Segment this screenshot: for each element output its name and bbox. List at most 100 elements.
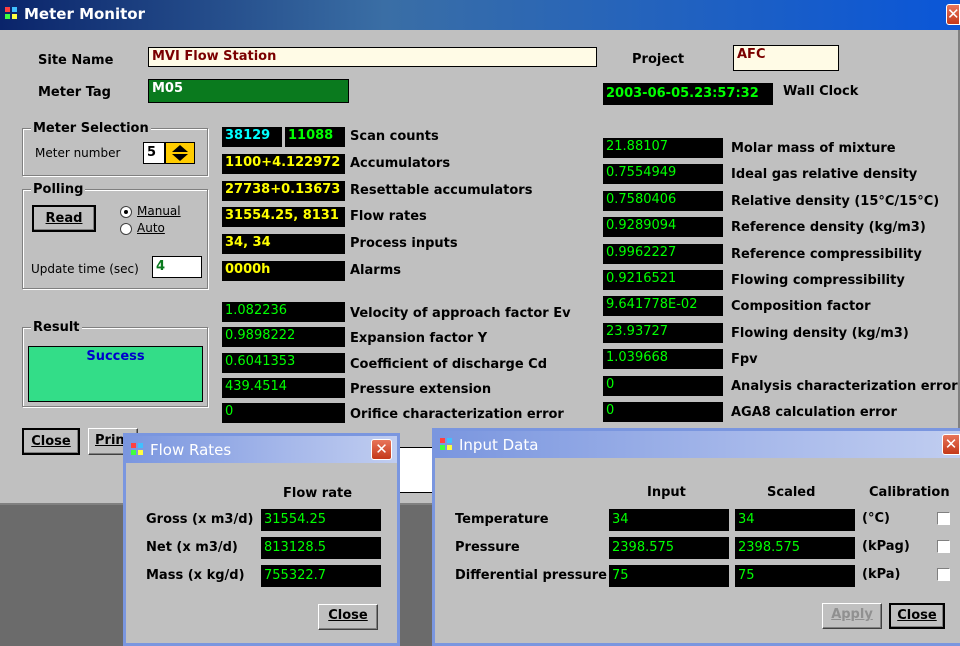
close-button-label: Close xyxy=(31,434,71,449)
orifice-value: 1.082236 xyxy=(222,302,345,322)
scan-count-value-2: 11088 xyxy=(285,127,345,147)
gas-label: Analysis characterization error xyxy=(731,378,958,394)
counter-value: 27738+0.13673 xyxy=(222,180,345,201)
main-close-icon[interactable]: ✕ xyxy=(946,4,960,25)
project-label: Project xyxy=(632,52,685,67)
orifice-label: Orifice characterization error xyxy=(350,407,564,423)
scaled-header: Scaled xyxy=(767,485,816,500)
manual-label[interactable]: Manual xyxy=(137,204,181,218)
project-field[interactable]: AFC xyxy=(733,45,839,71)
input-data-window: Input Data ✕ Input Scaled Calibration Ap… xyxy=(432,428,960,646)
main-window-title: Meter Monitor xyxy=(24,5,145,23)
flow-rates-close-button[interactable]: Close xyxy=(318,604,378,630)
gas-label: Flowing compressibility xyxy=(731,273,905,288)
input-value[interactable]: 75 xyxy=(609,565,729,587)
counter-label: Resettable accumulators xyxy=(350,182,533,198)
gas-label: Reference density (kg/m3) xyxy=(731,220,926,236)
gas-value: 0 xyxy=(603,375,723,396)
orifice-label: Velocity of approach factor Ev xyxy=(350,306,571,321)
meter-tag-label: Meter Tag xyxy=(38,85,111,100)
auto-label[interactable]: Auto xyxy=(137,221,165,235)
read-button[interactable]: Read xyxy=(32,205,96,232)
wall-clock-value: 2003-06-05.23:57:32 xyxy=(603,83,773,105)
unit-label: (kPa) xyxy=(862,567,901,582)
app-icon xyxy=(5,7,17,19)
gas-label: Flowing density (kg/m3) xyxy=(731,325,909,341)
gas-value: 0.9962227 xyxy=(603,243,723,264)
scaled-value: 34 xyxy=(735,509,855,531)
counter-label: Process inputs xyxy=(350,236,458,252)
orifice-value: 439.4514 xyxy=(222,377,345,398)
counter-label: Alarms xyxy=(350,263,401,278)
read-button-label: Read xyxy=(45,211,83,226)
input-row-label: Pressure xyxy=(455,540,520,555)
input-header: Input xyxy=(647,485,686,500)
apply-button[interactable]: Apply xyxy=(822,603,882,629)
gas-label: Composition factor xyxy=(731,299,871,315)
input-data-titlebar[interactable]: Input Data ✕ xyxy=(435,431,960,458)
close-button[interactable]: Close xyxy=(22,428,80,455)
site-name-field[interactable]: MVI Flow Station xyxy=(148,47,597,67)
result-status: Success xyxy=(28,346,203,402)
gas-value: 9.641778E-02 xyxy=(603,296,723,317)
meter-number-spinner[interactable] xyxy=(165,142,195,164)
gas-label: Reference compressibility xyxy=(731,246,922,262)
flow-rates-title: Flow Rates xyxy=(150,441,232,459)
orifice-label: Expansion factor Y xyxy=(350,331,488,347)
meter-tag-field[interactable]: M05 xyxy=(148,79,349,103)
meter-number-input[interactable]: 5 xyxy=(143,142,165,164)
flow-rate-label: Mass (x kg/d) xyxy=(146,568,245,583)
input-data-app-icon xyxy=(440,438,452,450)
auto-radio[interactable] xyxy=(120,223,132,235)
flow-rate-header: Flow rate xyxy=(283,486,353,501)
orifice-value: 0.6041353 xyxy=(222,352,345,373)
gas-label: Molar mass of mixture xyxy=(731,141,896,156)
polling-group: Polling Read Manual Auto Update time (se… xyxy=(22,182,208,289)
meter-number-label: Meter number xyxy=(35,146,121,160)
input-data-close-label: Close xyxy=(897,608,937,623)
meter-selection-title: Meter Selection xyxy=(31,121,151,136)
flow-rates-window: Flow Rates ✕ Flow rate Close Gross (x m3… xyxy=(123,433,400,646)
input-value[interactable]: 2398.575 xyxy=(609,537,729,559)
manual-radio[interactable] xyxy=(120,206,132,218)
orifice-value: 0.9898222 xyxy=(222,327,345,348)
site-name-label: Site Name xyxy=(38,53,114,68)
flow-rate-value: 31554.25 xyxy=(261,509,381,531)
gas-label: Relative density (15°C/15°C) xyxy=(731,193,940,209)
calibration-checkbox[interactable] xyxy=(937,568,950,581)
input-row-label: Temperature xyxy=(455,512,549,527)
update-time-input[interactable]: 4 xyxy=(152,256,202,278)
counter-value: 31554.25, 8131 xyxy=(222,207,345,228)
gas-value: 23.93727 xyxy=(603,322,723,343)
result-title: Result xyxy=(31,320,82,335)
gas-label: Ideal gas relative density xyxy=(731,167,918,183)
orifice-label: Coefficient of discharge Cd xyxy=(350,356,548,372)
calibration-checkbox[interactable] xyxy=(937,512,950,525)
scan-count-value-1: 38129 xyxy=(222,127,282,147)
calibration-header: Calibration xyxy=(869,485,950,500)
scaled-value: 75 xyxy=(735,565,855,587)
flow-rate-label: Gross (x m3/d) xyxy=(146,512,254,527)
flow-rates-app-icon xyxy=(131,443,143,455)
input-data-close-button[interactable]: Close xyxy=(889,603,945,629)
orifice-label: Pressure extension xyxy=(350,381,492,397)
flow-rates-titlebar[interactable]: Flow Rates ✕ xyxy=(126,436,397,463)
input-data-close-icon[interactable]: ✕ xyxy=(942,434,960,455)
result-group: Result Success xyxy=(22,320,208,407)
gas-value: 0.7554949 xyxy=(603,164,723,185)
flow-rates-close-label: Close xyxy=(328,608,368,623)
polling-title: Polling xyxy=(31,182,86,197)
orifice-value: 0 xyxy=(222,403,345,424)
gas-value: 0.9216521 xyxy=(603,270,723,290)
gas-value: 0.7580406 xyxy=(603,190,723,211)
gas-value: 1.039668 xyxy=(603,349,723,370)
flow-rate-value: 755322.7 xyxy=(261,565,381,587)
flow-rates-close-icon[interactable]: ✕ xyxy=(371,439,392,460)
input-value[interactable]: 34 xyxy=(609,509,729,531)
wall-clock-label: Wall Clock xyxy=(783,84,859,99)
flow-rate-value: 813128.5 xyxy=(261,537,381,559)
apply-button-label: Apply xyxy=(831,607,873,622)
main-titlebar[interactable]: Meter Monitor ✕ xyxy=(0,0,960,30)
calibration-checkbox[interactable] xyxy=(937,540,950,553)
meter-selection-group: Meter Selection Meter number 5 xyxy=(22,121,208,176)
